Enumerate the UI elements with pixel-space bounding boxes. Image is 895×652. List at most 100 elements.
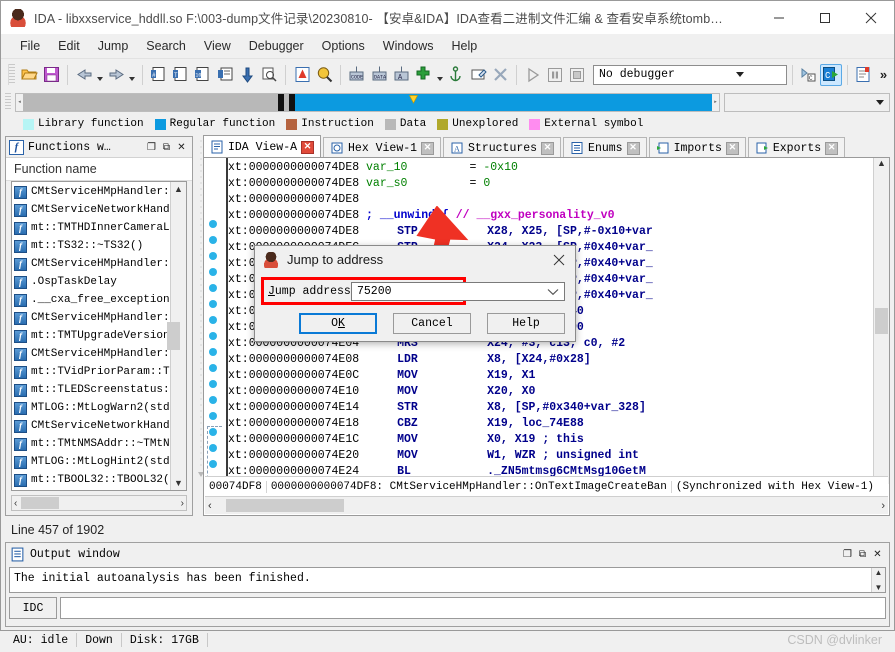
output-vscrollbar[interactable]: ▲ ▼ [871, 568, 885, 592]
make-string-icon[interactable]: A [391, 64, 412, 86]
function-name-column-header[interactable]: Function name [6, 158, 192, 181]
jump-address-input[interactable]: 75200 [352, 285, 542, 298]
output-close-button[interactable]: ✕ [870, 547, 885, 562]
tab-hex-view-1[interactable]: Hex View-1 ✕ [323, 137, 442, 158]
back-dropdown-icon[interactable] [96, 64, 105, 86]
down-arrow-icon[interactable] [237, 64, 258, 86]
save-file-icon[interactable] [41, 64, 62, 86]
list-item[interactable]: f mt::TMTHDInnerCameraL [12, 219, 170, 237]
debug-run-icon[interactable]: C [820, 63, 842, 86]
list-item[interactable]: f mt::TS32::~TS32() [12, 237, 170, 255]
idc-mode-button[interactable]: IDC [9, 597, 57, 619]
output-float-button[interactable]: ⧉ [855, 547, 870, 562]
code-line[interactable]: xt:0000000000074E10 MOV X20, X0 [228, 384, 873, 400]
notepad-icon[interactable] [853, 64, 874, 86]
code-line[interactable]: xt:0000000000074DE8 [228, 192, 873, 208]
tab-close-icon[interactable]: ✕ [541, 141, 555, 155]
menu-windows[interactable]: Windows [374, 36, 443, 56]
menu-search[interactable]: Search [137, 36, 195, 56]
navband-body[interactable] [23, 93, 712, 111]
code-line[interactable]: xt:0000000000074DE8 ; __unwind { // __gx… [228, 208, 873, 224]
navigation-band[interactable]: ◂ ▸ [15, 92, 720, 112]
navbar-grip[interactable] [5, 93, 11, 111]
tab-ida-view-a[interactable]: IDA View-A ✕ [203, 135, 322, 158]
add-dropdown-icon[interactable] [435, 64, 444, 86]
ok-button[interactable]: OK [299, 313, 377, 334]
output-restore-button[interactable]: ❐ [840, 547, 855, 562]
toolbar-overflow-button[interactable]: » [877, 67, 890, 82]
navband-function-combo[interactable] [724, 92, 890, 112]
disassembly-scroll-thumb[interactable] [875, 308, 888, 334]
open-file-icon[interactable] [19, 64, 40, 86]
code-line[interactable]: xt:0000000000074E0C MOV X19, X1 [228, 368, 873, 384]
tab-structures[interactable]: A Structures ✕ [443, 137, 562, 158]
toolbar-grip[interactable] [8, 64, 15, 85]
tab-exports[interactable]: Exports ✕ [747, 137, 846, 158]
functions-close-button[interactable]: ✕ [174, 140, 189, 155]
cancel-button[interactable]: Cancel [393, 313, 471, 334]
scroll-left-icon[interactable]: ‹ [14, 498, 17, 509]
output-window-body[interactable]: The initial autoanalysis has been finish… [9, 567, 886, 593]
number-icon[interactable]: 101 [192, 64, 213, 86]
scroll-left-icon[interactable]: ‹ [208, 500, 212, 512]
list-item[interactable]: f MTLOG::MtLogWarn2(std [12, 399, 170, 417]
function-list-hscroll-thumb[interactable] [21, 497, 60, 509]
list-item[interactable]: f mt::TBOOL32::TBOOL32( [12, 471, 170, 489]
list-item[interactable]: f CMtServiceHMpHandler: [12, 183, 170, 201]
list-item[interactable]: f CMtServiceNetworkHandl [12, 417, 170, 435]
list-item[interactable]: f mt::TLEDScreenstatus: [12, 381, 170, 399]
struct-icon[interactable] [214, 64, 235, 86]
function-list[interactable]: f CMtServiceHMpHandler: f CMtServiceNetwork… [12, 182, 170, 490]
code-line[interactable]: xt:0000000000074E1C MOV X0, X19 ; this [228, 432, 873, 448]
menu-help[interactable]: Help [442, 36, 486, 56]
list-item[interactable]: f mt::TMTUpgradeVersioni [12, 327, 170, 345]
tab-close-icon[interactable]: ✕ [421, 141, 435, 155]
list-item[interactable]: f .OspTaskDelay [12, 273, 170, 291]
list-item[interactable]: f .__cxa_free_exception [12, 291, 170, 309]
code-line[interactable]: xt:0000000000074DE8 var_s0 = 0 [228, 176, 873, 192]
idc-command-input[interactable] [60, 597, 886, 619]
menu-file[interactable]: File [11, 36, 49, 56]
tab-imports[interactable]: Imports ✕ [648, 137, 746, 158]
scroll-right-icon[interactable]: › [181, 498, 184, 509]
code-line[interactable]: xt:0000000000074E20 MOV W1, WZR ; unsigned… [228, 448, 873, 464]
search-binary-icon[interactable] [259, 64, 280, 86]
function-list-scroll-thumb[interactable] [167, 322, 180, 350]
disassembly-vscrollbar[interactable]: ▲ ▼ [873, 158, 889, 484]
disassembly-hscroll-thumb[interactable] [225, 499, 344, 512]
maximize-button[interactable] [802, 1, 848, 34]
tab-close-icon[interactable]: ✕ [825, 141, 839, 155]
make-data-icon[interactable]: DATA [368, 64, 389, 86]
code-line[interactable]: xt:0000000000074E18 CBZ X19, loc_74E88 [228, 416, 873, 432]
delete-icon[interactable] [490, 64, 511, 86]
scroll-up-icon[interactable]: ▲ [877, 158, 886, 168]
list-item[interactable]: fRemoveWifiConfigFile( [12, 489, 170, 490]
help-button[interactable]: Help [487, 313, 565, 334]
code-line[interactable]: xt:0000000000074DE8 STP X28, X25, [SP,#-0x… [228, 224, 873, 240]
debugger-select[interactable]: No debugger [593, 64, 787, 85]
scroll-up-icon[interactable]: ▲ [174, 182, 183, 196]
close-button[interactable] [848, 1, 894, 34]
scroll-up-icon[interactable]: ▲ [875, 568, 883, 577]
add-cross-reference-icon[interactable] [413, 64, 434, 86]
menu-view[interactable]: View [195, 36, 240, 56]
functions-float-button[interactable]: ⧉ [159, 140, 174, 155]
list-item[interactable]: f mt::TMtNMSAddr::~TMtN [12, 435, 170, 453]
search-icon[interactable] [314, 64, 335, 86]
functions-restore-button[interactable]: ❐ [144, 140, 159, 155]
scroll-right-icon[interactable]: › [881, 500, 885, 512]
jump-address-combo[interactable]: 75200 [351, 282, 565, 301]
forward-dropdown-icon[interactable] [128, 64, 137, 86]
stop-icon[interactable] [567, 64, 588, 86]
dialog-close-button[interactable] [547, 247, 571, 272]
tab-close-icon[interactable]: ✕ [725, 141, 739, 155]
menu-edit[interactable]: Edit [49, 36, 89, 56]
code-line[interactable]: xt:0000000000074E08 LDR X8, [X24,#0x28] [228, 352, 873, 368]
disassembly-hscrollbar[interactable]: ‹ › [205, 496, 888, 514]
list-item[interactable]: f CMtServiceHMpHandler: [12, 309, 170, 327]
code-line[interactable]: xt:0000000000074DE8 var_10 = -0x10 [228, 160, 873, 176]
list-item[interactable]: f CMtServiceHMpHandler: [12, 255, 170, 273]
pause-icon[interactable] [544, 64, 565, 86]
tab-enums[interactable]: Enums ✕ [563, 137, 647, 158]
debug-options-icon[interactable]: C [798, 64, 819, 86]
